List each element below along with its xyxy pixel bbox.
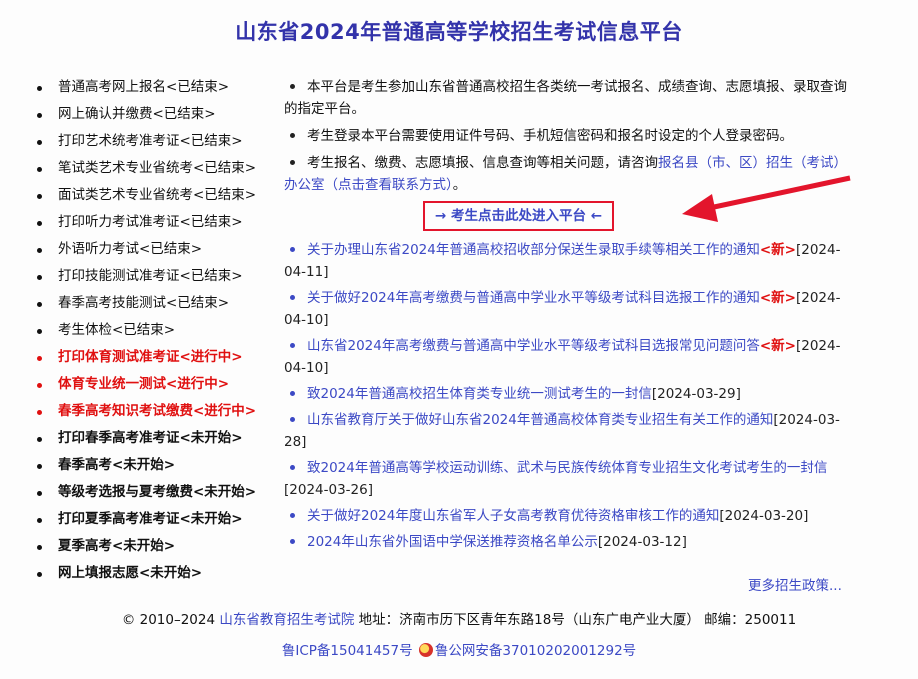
stage-menu-item[interactable]: 打印体育测试准考证<进行中>: [36, 348, 281, 375]
page-title: 山东省2024年普通高等学校招生考试信息平台: [235, 20, 683, 44]
info-item: 考生报名、缴费、志愿填报、信息查询等相关问题，请咨询报名县（市、区）招生（考试）…: [284, 155, 847, 193]
news-title-link[interactable]: 山东省教育厅关于做好山东省2024年普通高校体育类专业招生有关工作的通知: [307, 412, 773, 428]
news-title-link[interactable]: 山东省2024年高考缴费与普通高中学业水平等级考试科目选报常见问题问答: [307, 338, 760, 354]
info-item: 考生登录本平台需要使用证件号码、手机短信密码和报名时设定的个人登录密码。: [284, 125, 858, 147]
news-date: [2024-03-26]: [284, 482, 373, 498]
news-item: 致2024年普通高校招生体育类专业统一测试考生的一封信[2024-03-29]: [284, 383, 858, 405]
new-badge: <新>: [759, 290, 796, 306]
new-badge: <新>: [759, 242, 796, 258]
news-list: 关于办理山东省2024年普通高校招收部分保送生录取手续等相关工作的通知<新>[2…: [284, 239, 858, 553]
bullet-icon: [290, 342, 295, 348]
news-item: 山东省教育厅关于做好山东省2024年普通高校体育类专业招生有关工作的通知[202…: [284, 409, 858, 453]
stage-menu-item[interactable]: 夏季高考<未开始>: [36, 537, 281, 564]
bullet-icon: [290, 390, 295, 396]
news-item: 2024年山东省外国语中学保送推荐资格名单公示[2024-03-12]: [284, 531, 858, 553]
news-title-link[interactable]: 致2024年普通高校招生体育类专业统一测试考生的一封信: [307, 386, 652, 402]
stage-menu-item[interactable]: 打印春季高考准考证<未开始>: [36, 429, 281, 456]
enter-platform-button[interactable]: → 考生点击此处进入平台 ←: [422, 201, 615, 231]
bullet-icon: [290, 83, 295, 89]
bullet-icon: [290, 294, 295, 300]
bullet-icon: [290, 464, 295, 470]
stage-menu-item[interactable]: 网上填报志愿<未开始>: [36, 564, 281, 591]
footer-registration: 鲁ICP备15041457号 鲁公网安备37010202001292号: [0, 639, 918, 659]
news-title-link[interactable]: 致2024年普通高等学校运动训练、武术与民族传统体育专业招生文化考试考生的一封信: [307, 460, 827, 476]
bullet-icon: [290, 159, 295, 165]
stage-menu-item[interactable]: 打印听力考试准考证<已结束>: [36, 213, 281, 240]
more-policies-link[interactable]: 更多招生政策...: [748, 574, 842, 594]
org-link[interactable]: 山东省教育招生考试院: [219, 612, 354, 628]
bullet-icon: [290, 512, 295, 518]
news-item: 关于做好2024年度山东省军人子女高考教育优待资格审核工作的通知[2024-03…: [284, 505, 858, 527]
stage-menu-item[interactable]: 打印艺术统考准考证<已结束>: [36, 132, 281, 159]
new-badge: <新>: [759, 338, 796, 354]
news-item: 致2024年普通高等学校运动训练、武术与民族传统体育专业招生文化考试考生的一封信…: [284, 457, 858, 501]
stage-menu: 普通高考网上报名<已结束> 网上确认并缴费<已结束> 打印艺术统考准考证<已结束> 笔…: [36, 78, 281, 591]
news-date: [2024-03-29]: [651, 386, 741, 402]
bullet-icon: [290, 132, 295, 138]
bullet-icon: [290, 538, 295, 544]
stage-menu-item[interactable]: 打印技能测试准考证<已结束>: [36, 267, 281, 294]
stage-menu-item[interactable]: 网上确认并缴费<已结束>: [36, 105, 281, 132]
stage-menu-item[interactable]: 普通高考网上报名<已结束>: [36, 78, 281, 105]
news-title-link[interactable]: 2024年山东省外国语中学保送推荐资格名单公示: [307, 534, 598, 550]
stage-menu-item[interactable]: 春季高考知识考试缴费<进行中>: [36, 402, 281, 429]
news-title-link[interactable]: 关于做好2024年度山东省军人子女高考教育优待资格审核工作的通知: [307, 508, 719, 524]
stage-menu-item[interactable]: 打印夏季高考准考证<未开始>: [36, 510, 281, 537]
news-item: 关于办理山东省2024年普通高校招收部分保送生录取手续等相关工作的通知<新>[2…: [284, 239, 858, 283]
info-item: 本平台是考生参加山东省普通高校招生各类统一考试报名、成绩查询、志愿填报、录取查询…: [284, 79, 847, 117]
news-date: [2024-03-12]: [597, 534, 687, 550]
bullet-icon: [290, 246, 295, 252]
news-title-link[interactable]: 关于办理山东省2024年普通高校招收部分保送生录取手续等相关工作的通知: [307, 242, 760, 258]
stage-menu-item[interactable]: 笔试类艺术专业省统考<已结束>: [36, 159, 281, 186]
news-title-link[interactable]: 关于做好2024年高考缴费与普通高中学业水平等级考试科目选报工作的通知: [307, 290, 760, 306]
police-record-link[interactable]: 鲁公网安备37010202001292号: [435, 643, 636, 659]
news-item: 关于做好2024年高考缴费与普通高中学业水平等级考试科目选报工作的通知<新>[2…: [284, 287, 858, 331]
main-content: 本平台是考生参加山东省普通高校招生各类统一考试报名、成绩查询、志愿填报、录取查询…: [284, 76, 858, 557]
stage-menu-item[interactable]: 面试类艺术专业省统考<已结束>: [36, 186, 281, 213]
news-item: 山东省2024年高考缴费与普通高中学业水平等级考试科目选报常见问题问答<新>[2…: [284, 335, 858, 379]
police-badge-icon: [418, 643, 433, 657]
stage-menu-item[interactable]: 外语听力考试<已结束>: [36, 240, 281, 267]
stage-menu-item[interactable]: 春季高考技能测试<已结束>: [36, 294, 281, 321]
stage-menu-item[interactable]: 春季高考<未开始>: [36, 456, 281, 483]
icp-link[interactable]: 鲁ICP备15041457号: [282, 643, 413, 659]
stage-menu-item[interactable]: 体育专业统一测试<进行中>: [36, 375, 281, 402]
bullet-icon: [290, 416, 295, 422]
footer-copyright: © 2010–2024 山东省教育招生考试院 地址：济南市历下区青年东路18号（…: [121, 612, 797, 628]
news-date: [2024-03-20]: [719, 508, 809, 524]
stage-menu-item[interactable]: 考生体检<已结束>: [36, 321, 281, 348]
stage-menu-item[interactable]: 等级考选报与夏考缴费<未开始>: [36, 483, 281, 510]
